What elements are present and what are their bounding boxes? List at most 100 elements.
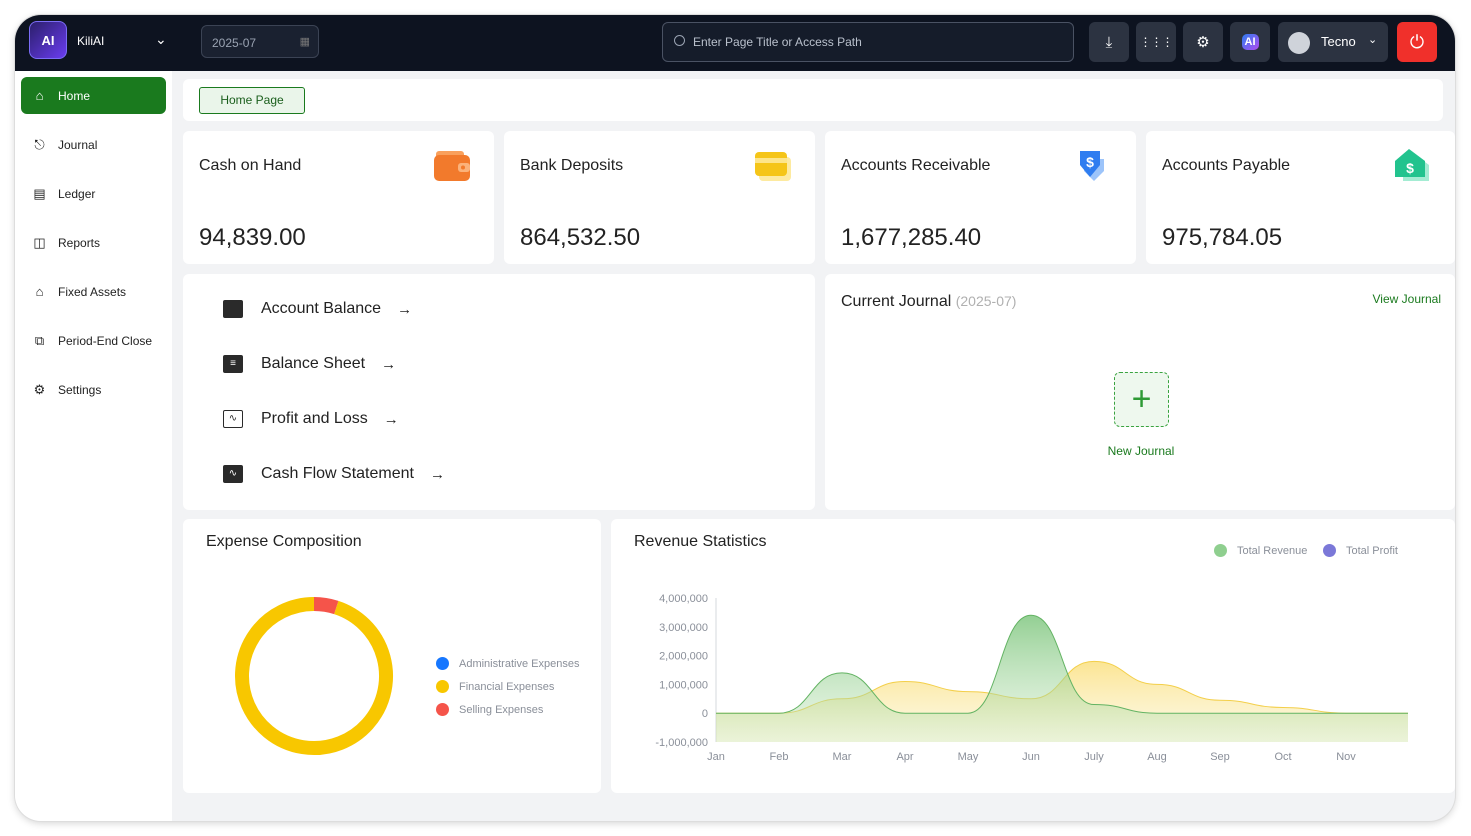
sidebar-item-period-end-close[interactable]: ⧉ Period-End Close (21, 322, 166, 359)
stat-value: 94,839.00 (199, 224, 306, 251)
plus-icon: + (1131, 380, 1152, 418)
svg-text:$: $ (1086, 154, 1094, 170)
user-menu-button[interactable]: Tecno ⌄ (1278, 22, 1388, 62)
stat-title: Accounts Receivable (841, 157, 991, 174)
sidebar-item-label: Journal (58, 137, 98, 152)
x-tick-label: Feb (770, 751, 789, 763)
stat-value: 864,532.50 (520, 224, 641, 251)
sidebar-item-journal[interactable]: ⎋ Journal (21, 126, 166, 163)
legend-item-financial[interactable]: Financial Expenses (436, 680, 554, 693)
sidebar: ⌂ Home ⎋ Journal ▤ Ledger ◫ Reports ⌂ Fi… (15, 71, 172, 821)
ai-icon: AI (1241, 34, 1259, 50)
legend-label: Financial Expenses (459, 680, 555, 693)
journal-period: (2025-07) (955, 293, 1017, 309)
sidebar-item-label: Period-End Close (58, 333, 153, 348)
revenue-area-chart: 4,000,000 3,000,000 2,000,000 1,000,000 0 -1,… (655, 593, 1408, 763)
app-logo-icon[interactable]: AI (29, 21, 67, 59)
journal-title-text: Current Journal (841, 293, 952, 310)
period-picker[interactable]: 2025-07 ▦ (201, 25, 319, 58)
donut-slice-2[interactable] (313, 597, 339, 615)
stat-title: Cash on Hand (199, 157, 302, 174)
current-journal-panel: Current Journal (2025-07) View Journal +… (825, 274, 1455, 510)
sidebar-item-settings[interactable]: ⚙ Settings (21, 371, 166, 408)
ledger-icon: ▤ (33, 186, 46, 201)
stat-title: Accounts Payable (1162, 157, 1291, 174)
calendar-icon: ▦ (299, 36, 310, 48)
wallet-icon (434, 151, 470, 181)
sidebar-item-ledger[interactable]: ▤ Ledger (21, 175, 166, 212)
x-tick-label: Sep (1210, 751, 1230, 763)
expense-donut-chart (235, 597, 393, 755)
sidebar-item-reports[interactable]: ◫ Reports (21, 224, 166, 261)
x-tick-label: Apr (896, 751, 913, 763)
y-tick-label: 3,000,000 (659, 622, 708, 634)
stat-value: 975,784.05 (1162, 224, 1283, 251)
legend-item-selling[interactable]: Selling Expenses (436, 703, 543, 716)
sidebar-item-label: Settings (58, 382, 102, 397)
payable-dollar-icon: $ (1395, 149, 1429, 181)
x-tick-label: Jan (707, 751, 725, 763)
sidebar-item-fixed-assets[interactable]: ⌂ Fixed Assets (21, 273, 166, 310)
reports-icon: ◫ (33, 235, 46, 250)
sidebar-item-label: Fixed Assets (58, 284, 127, 299)
report-link-label: Account Balance (261, 300, 382, 317)
app-switch-chevron-icon[interactable]: ⌄ (155, 31, 167, 48)
donut-slice-1[interactable] (235, 597, 393, 755)
grid-icon: ⋮⋮⋮ (1139, 35, 1174, 49)
wallet-icon (223, 300, 243, 318)
report-link-cash-flow[interactable]: ∿ Cash Flow Statement → (223, 465, 445, 483)
new-journal-label[interactable]: New Journal (1091, 444, 1191, 458)
search-icon (674, 35, 685, 46)
x-tick-label: Jun (1022, 751, 1040, 763)
sidebar-item-label: Ledger (58, 186, 96, 201)
y-tick-label: 2,000,000 (659, 651, 708, 663)
settings-button[interactable]: ⚙ (1183, 22, 1223, 62)
report-link-label: Cash Flow Statement (261, 465, 414, 482)
arrow-right-icon: → (429, 465, 445, 483)
y-tick-label: -1,000,000 (655, 737, 708, 749)
y-tick-label: 0 (702, 708, 708, 720)
breadcrumb-home-tab[interactable]: Home Page (199, 87, 305, 114)
report-links-panel: Account Balance → ≡ Balance Sheet → ∿ Pr… (183, 274, 815, 510)
power-icon: ⏻ (1409, 31, 1425, 52)
stat-card-receivable[interactable]: Accounts Receivable $ 1,677,285.40 (825, 131, 1136, 264)
area-fill-total-revenue (716, 615, 1408, 742)
report-link-label: Profit and Loss (261, 410, 368, 427)
journal-title: Current Journal (2025-07) (841, 293, 1016, 311)
app-window: AI KiliAI ⌄ 2025-07 ▦ Enter Page Title o… (15, 15, 1455, 821)
breadcrumb: Home Page (183, 79, 1443, 121)
stat-card-payable[interactable]: Accounts Payable $ 975,784.05 (1146, 131, 1455, 264)
report-link-account-balance[interactable]: Account Balance → (223, 300, 412, 318)
download-icon: ⤓ (1105, 33, 1113, 51)
new-journal-button[interactable]: + (1114, 372, 1169, 427)
stat-title: Bank Deposits (520, 157, 624, 174)
report-link-profit-and-loss[interactable]: ∿ Profit and Loss → (223, 410, 399, 428)
bank-icon: ⌂ (35, 284, 44, 299)
stat-card-cash[interactable]: Cash on Hand 94,839.00 (183, 131, 494, 264)
close-period-icon: ⧉ (34, 333, 45, 348)
revenue-statistics-panel: Revenue Statistics Total Revenue Total P… (611, 519, 1455, 793)
apps-grid-button[interactable]: ⋮⋮⋮ (1136, 22, 1176, 62)
legend-item-administrative[interactable]: Administrative Expenses (436, 657, 579, 670)
home-icon: ⌂ (35, 88, 44, 103)
sheet-icon: ≡ (223, 355, 243, 373)
view-journal-link[interactable]: View Journal (1373, 292, 1441, 306)
download-button[interactable]: ⤓ (1089, 22, 1129, 62)
x-tick-label: Nov (1336, 751, 1356, 763)
search-input[interactable]: Enter Page Title or Access Path (662, 22, 1074, 62)
report-link-balance-sheet[interactable]: ≡ Balance Sheet → (223, 355, 396, 373)
top-bar: AI KiliAI ⌄ 2025-07 ▦ Enter Page Title o… (15, 15, 1455, 71)
arrow-right-icon: → (397, 300, 413, 318)
logout-button[interactable]: ⏻ (1397, 22, 1437, 62)
y-tick-label: 4,000,000 (659, 593, 708, 605)
ai-assistant-button[interactable]: AI (1230, 22, 1270, 62)
stat-card-bank[interactable]: Bank Deposits 864,532.50 (504, 131, 815, 264)
stat-value: 1,677,285.40 (841, 224, 982, 251)
report-link-label: Balance Sheet (261, 355, 366, 372)
x-tick-label: July (1084, 751, 1104, 763)
legend-dot (436, 657, 449, 670)
gear-icon: ⚙ (33, 382, 46, 397)
user-name: Tecno (1321, 34, 1356, 49)
gear-icon: ⚙ (1196, 34, 1210, 51)
sidebar-item-home[interactable]: ⌂ Home (21, 77, 166, 114)
